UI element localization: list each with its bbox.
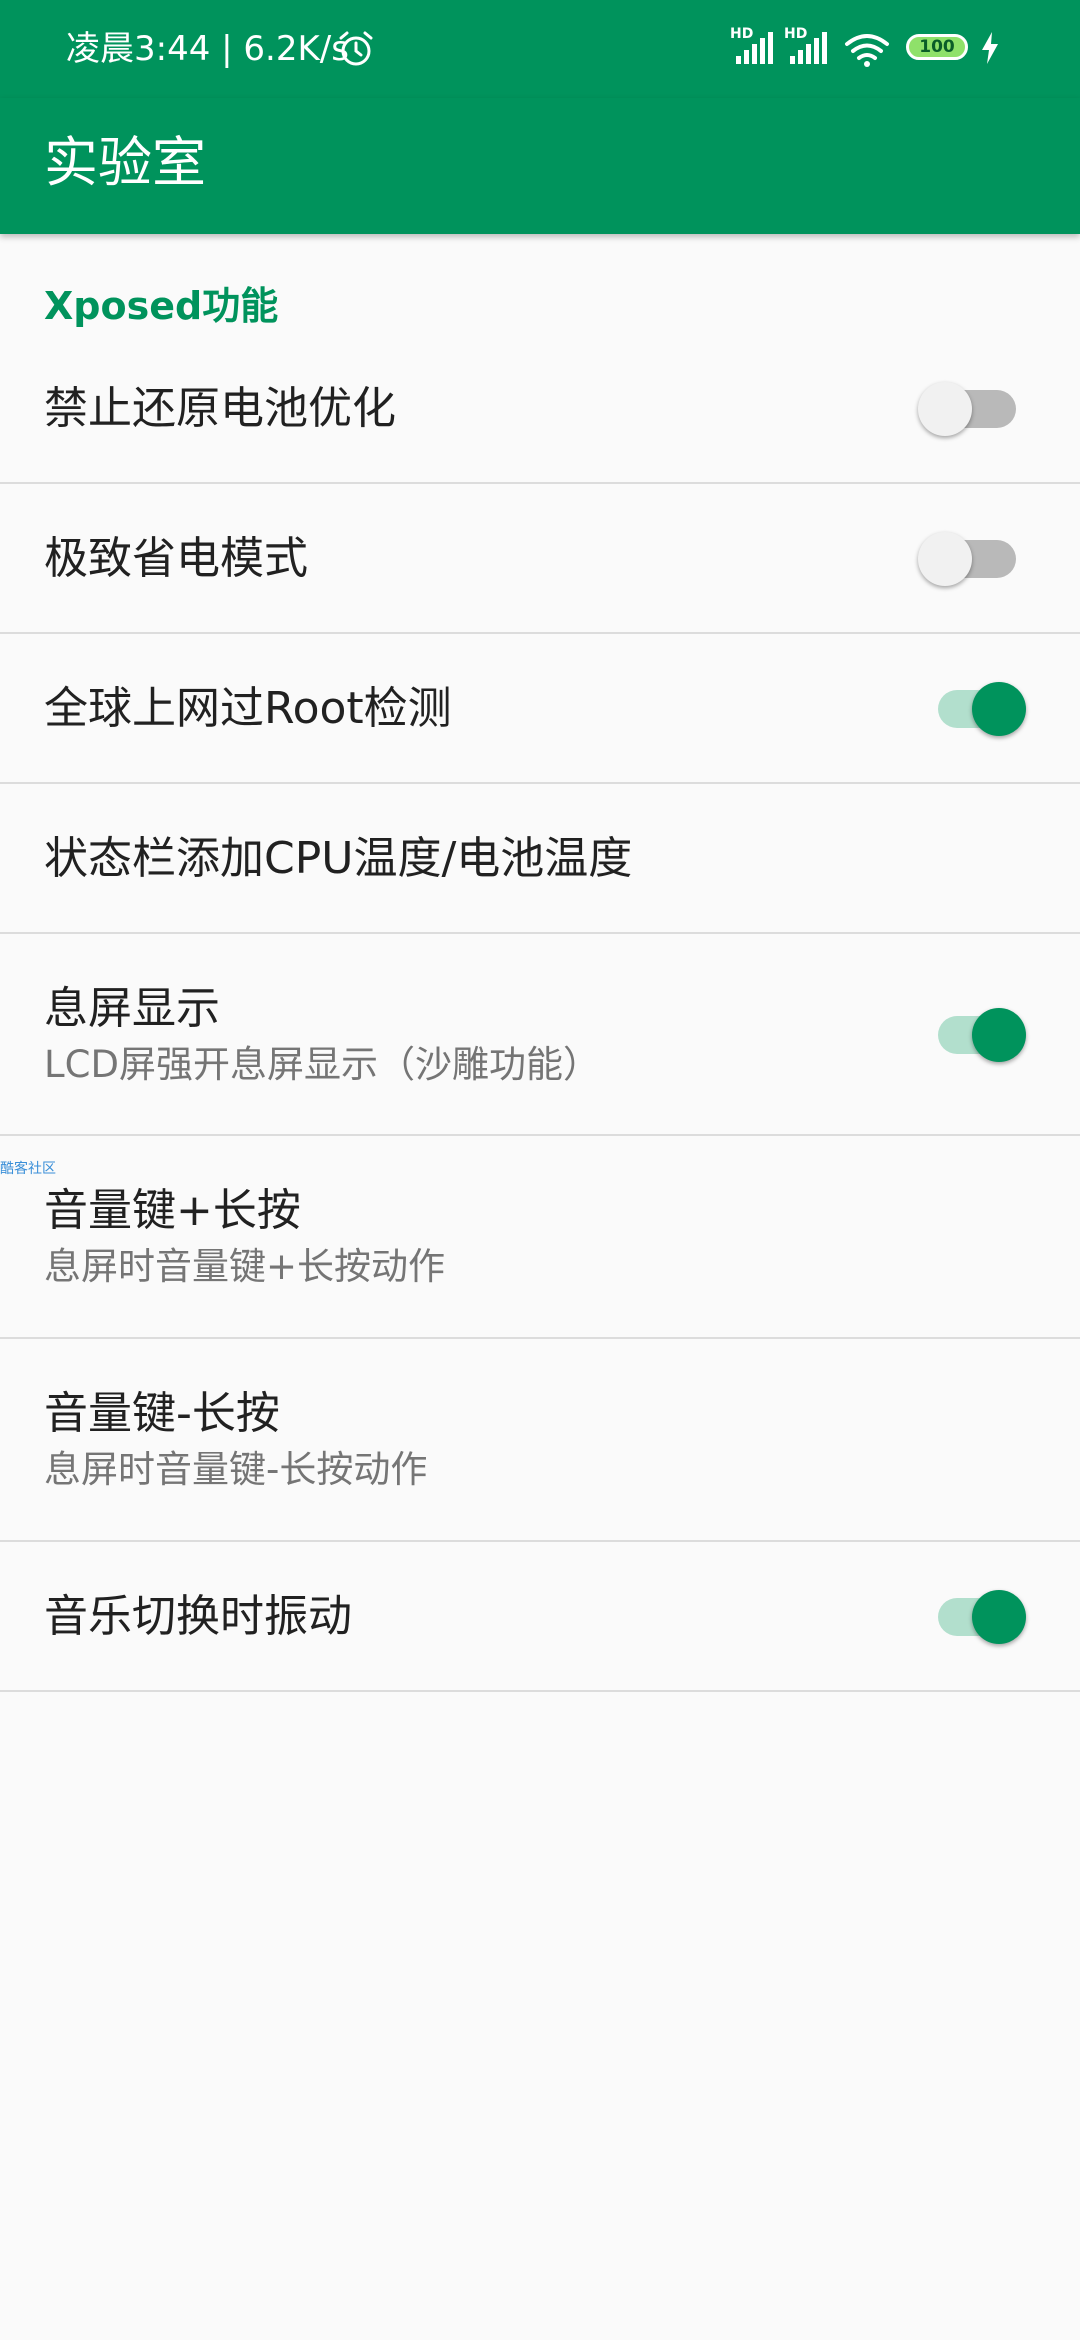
toggle-switch[interactable] — [912, 1582, 1032, 1652]
setting-row-volume-up-long-press[interactable]: 音量键+长按 息屏时音量键+长按动作 — [0, 1136, 1080, 1339]
toggle-switch[interactable] — [912, 674, 1032, 744]
section-header-xposed: Xposed功能 — [44, 284, 279, 328]
setting-title: 音量键+长按 — [44, 1185, 301, 1236]
status-icons: HD HD 100 — [730, 26, 1032, 72]
setting-title: 极致省电模式 — [44, 533, 308, 584]
setting-row-extreme-power-saving[interactable]: 极致省电模式 — [0, 484, 1080, 634]
toggle-switch[interactable] — [912, 374, 1032, 444]
battery-icon: 100 — [906, 34, 968, 60]
setting-subtitle: LCD屏强开息屏显示（沙雕功能） — [44, 1043, 600, 1086]
setting-row-root-detection[interactable]: 全球上网过Root检测 — [0, 634, 1080, 784]
setting-title: 音量键-长按 — [44, 1388, 280, 1439]
signal-icon: HD — [730, 26, 776, 68]
setting-title: 禁止还原电池优化 — [44, 383, 396, 434]
alarm-icon — [339, 31, 373, 66]
setting-row-music-vibration[interactable]: 音乐切换时振动 — [0, 1542, 1080, 1692]
setting-subtitle: 息屏时音量键+长按动作 — [44, 1245, 446, 1288]
toggle-switch[interactable] — [912, 1000, 1032, 1070]
setting-title: 音乐切换时振动 — [44, 1591, 352, 1642]
switch-thumb — [972, 1590, 1026, 1644]
watermark: 酷客社区 — [0, 1161, 56, 1177]
charging-icon — [982, 32, 998, 64]
switch-thumb — [918, 382, 972, 436]
wifi-icon — [845, 34, 889, 67]
status-time: 凌晨3:44 | 6.2K/s — [66, 29, 349, 69]
toggle-switch[interactable] — [912, 524, 1032, 594]
setting-row-battery-optimization[interactable]: 禁止还原电池优化 — [0, 334, 1080, 484]
switch-thumb — [918, 532, 972, 586]
page-title: 实验室 — [44, 131, 206, 194]
setting-title: 状态栏添加CPU温度/电池温度 — [44, 833, 633, 884]
signal-icon: HD — [784, 26, 830, 68]
setting-row-aod[interactable]: 息屏显示 LCD屏强开息屏显示（沙雕功能） — [0, 934, 1080, 1136]
battery-level: 100 — [919, 37, 955, 57]
setting-title: 息屏显示 — [44, 983, 220, 1034]
status-bar: 凌晨3:44 | 6.2K/s HD HD 100 — [0, 0, 1080, 98]
setting-title: 全球上网过Root检测 — [44, 683, 452, 734]
setting-row-cpu-temperature[interactable]: 状态栏添加CPU温度/电池温度 — [0, 784, 1080, 934]
switch-thumb — [972, 1008, 1026, 1062]
setting-row-volume-down-long-press[interactable]: 音量键-长按 息屏时音量键-长按动作 — [0, 1339, 1080, 1542]
app-bar: 实验室 — [0, 98, 1080, 234]
setting-subtitle: 息屏时音量键-长按动作 — [44, 1448, 428, 1491]
switch-thumb — [972, 682, 1026, 736]
